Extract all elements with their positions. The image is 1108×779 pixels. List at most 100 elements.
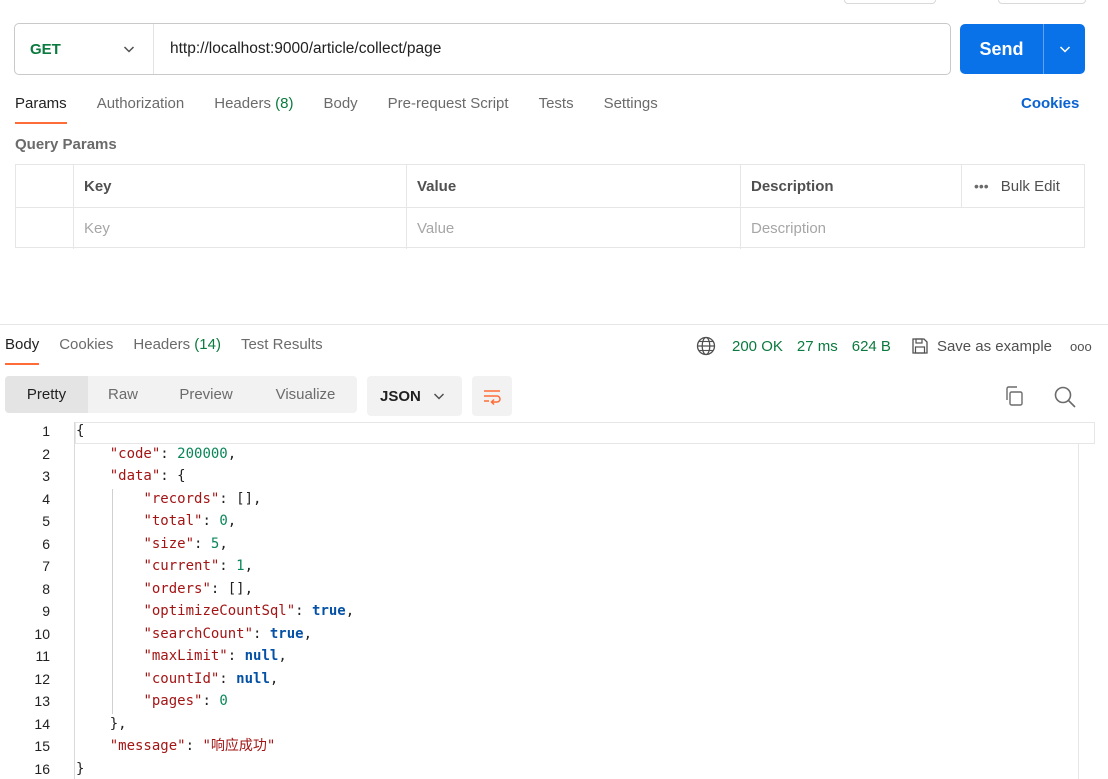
top-toolbar-control[interactable] [844, 0, 936, 4]
tab-body[interactable]: Body [323, 90, 357, 124]
view-pretty-button[interactable]: Pretty [5, 376, 88, 413]
tab-settings[interactable]: Settings [604, 90, 658, 124]
code-line: "maxLimit": null, [143, 648, 287, 664]
line-number: 16 [34, 760, 50, 777]
globe-icon[interactable] [696, 336, 716, 356]
cookies-link[interactable]: Cookies [1021, 95, 1079, 112]
line-number: 6 [42, 535, 50, 552]
tab-headers-label: Headers [214, 95, 271, 112]
code-line: "optimizeCountSql": true, [143, 603, 355, 619]
tab-response-headers-count: (14) [194, 336, 221, 353]
response-size[interactable]: 624 B [852, 338, 891, 355]
code-line: "message": "响应成功" [109, 738, 276, 754]
code-line: "size": 5, [143, 535, 228, 552]
tab-pre-request-script[interactable]: Pre-request Script [388, 90, 509, 124]
value-column-header: Value [406, 165, 740, 207]
json-value: null [236, 670, 270, 687]
pane-divider[interactable] [0, 324, 1108, 325]
format-label: JSON [380, 387, 421, 405]
tab-tests[interactable]: Tests [539, 90, 574, 124]
code-line: }, [76, 715, 127, 732]
table-row: Key Value Description [16, 207, 1084, 249]
json-value: null [244, 648, 279, 664]
table-header-row: Key Value Description ••• Bulk Edit [16, 165, 1084, 207]
line-number: 15 [34, 738, 50, 754]
wrap-lines-button[interactable] [472, 376, 512, 416]
method-label: GET [30, 40, 61, 58]
more-icon[interactable]: ••• [974, 178, 989, 194]
search-icon[interactable] [1053, 385, 1077, 409]
send-button-group: Send [960, 24, 1085, 74]
bulk-edit-button[interactable]: Bulk Edit [1001, 178, 1060, 195]
key-column-header: Key [73, 165, 406, 207]
view-preview-button[interactable]: Preview [158, 376, 254, 413]
tab-response-body[interactable]: Body [5, 331, 40, 365]
query-params-title: Query Params [15, 136, 117, 153]
format-select[interactable]: JSON [367, 376, 462, 416]
wrap-lines-icon [484, 390, 501, 406]
url-input[interactable] [154, 24, 950, 74]
response-time[interactable]: 27 ms [797, 338, 838, 355]
json-key: "countId" [143, 670, 220, 687]
json-key: "optimizeCountSql" [143, 603, 296, 619]
key-input[interactable]: Key [73, 208, 406, 249]
line-number: 5 [42, 513, 50, 529]
tab-test-results[interactable]: Test Results [241, 331, 323, 365]
send-button[interactable]: Send [960, 24, 1044, 74]
description-input[interactable]: Description [740, 208, 1084, 249]
tab-response-headers-label: Headers [133, 336, 191, 353]
json-value: true [312, 603, 346, 619]
copy-icon[interactable] [1003, 385, 1025, 407]
url-bar: GET [14, 23, 951, 75]
send-options-button[interactable] [1044, 24, 1085, 74]
json-value: "响应成功" [202, 738, 276, 754]
checkbox-column-header [16, 165, 73, 207]
json-value: 5 [210, 535, 220, 552]
more-icon[interactable]: ooo [1070, 339, 1092, 354]
json-key: "maxLimit" [143, 648, 228, 664]
code-line: { [76, 423, 85, 439]
response-tabs: Body Cookies Headers (14) Test Results [5, 331, 343, 365]
json-key: "records" [143, 490, 220, 507]
code-overview-ruler [1078, 443, 1079, 779]
method-select[interactable]: GET [15, 24, 154, 74]
tab-params[interactable]: Params [15, 90, 67, 124]
view-visualize-button[interactable]: Visualize [254, 376, 357, 413]
code-line: "code": 200000, [109, 445, 237, 462]
view-raw-button[interactable]: Raw [88, 376, 158, 413]
response-body-viewer[interactable]: 1 2 3 4 5 6 7 8 9 10 11 12 13 14 15 16 {… [0, 420, 1108, 779]
query-params-table: Key Value Description ••• Bulk Edit Key … [15, 164, 1085, 249]
json-key: "total" [143, 513, 203, 529]
indent-guide [112, 489, 113, 714]
response-status-bar: 200 OK 27 ms 624 B Save as example ooo [696, 335, 1092, 357]
json-value: 200000 [177, 445, 228, 462]
json-key: "message" [109, 738, 186, 754]
chevron-down-icon [433, 393, 445, 400]
row-checkbox-cell [16, 208, 73, 249]
tab-response-cookies[interactable]: Cookies [59, 331, 113, 365]
line-number: 9 [42, 603, 50, 619]
json-key: "searchCount" [143, 625, 254, 642]
code-line: "records": [], [143, 490, 262, 507]
code-line: "current": 1, [143, 558, 254, 574]
line-number: 4 [42, 490, 50, 507]
description-column-header: Description [740, 165, 961, 207]
tab-response-headers[interactable]: Headers (14) [133, 331, 221, 365]
json-key: "code" [109, 445, 161, 462]
table-actions: ••• Bulk Edit [961, 165, 1084, 207]
code-line: "total": 0, [143, 513, 237, 529]
tab-headers[interactable]: Headers (8) [214, 90, 293, 124]
line-number: 8 [42, 580, 50, 597]
request-tabs: Params Authorization Headers (8) Body Pr… [15, 90, 688, 124]
code-line: "pages": 0 [143, 693, 228, 709]
gutter-divider [74, 422, 75, 779]
code-line: "countId": null, [143, 670, 279, 687]
code-lines: { "code": 200000, "data": { "records": [… [76, 420, 354, 779]
tab-authorization[interactable]: Authorization [97, 90, 185, 124]
code-line: } [76, 760, 85, 777]
top-toolbar-control[interactable] [998, 0, 1086, 4]
status-code[interactable]: 200 OK [732, 338, 783, 355]
line-number: 12 [34, 670, 50, 687]
save-as-example-button[interactable]: Save as example [911, 337, 1052, 355]
value-input[interactable]: Value [406, 208, 740, 249]
